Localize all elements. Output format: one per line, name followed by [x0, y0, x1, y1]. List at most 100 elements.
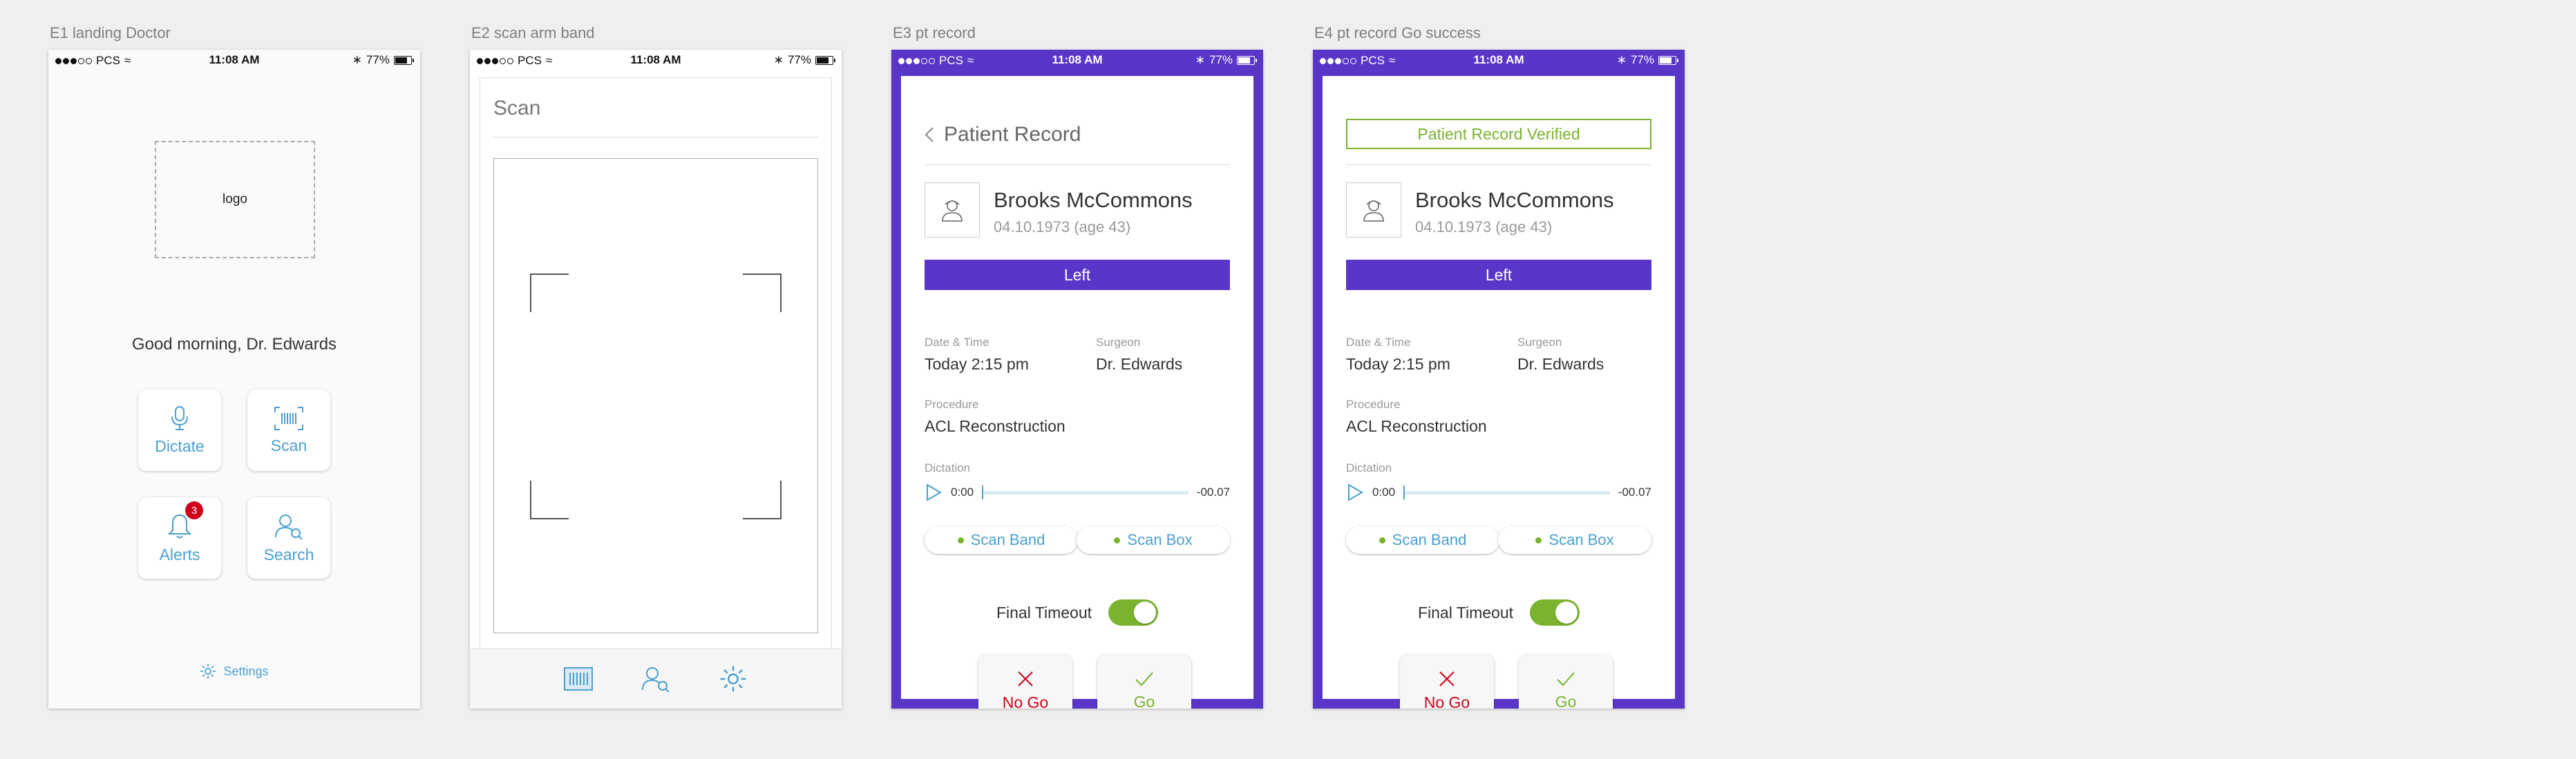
status-dot [1379, 537, 1385, 544]
no-go-button[interactable]: No Go [1400, 655, 1494, 709]
final-timeout-label: Final Timeout [996, 603, 1092, 622]
no-go-label: No Go [1423, 693, 1470, 709]
settings-label: Settings [223, 664, 269, 678]
gear-icon [200, 664, 216, 679]
time-elapsed: 0:00 [951, 486, 974, 499]
viewfinder-corner-tl [530, 273, 569, 312]
date-label: Date & Time [1346, 336, 1411, 349]
verified-banner: Patient Record Verified [1346, 119, 1651, 149]
bluetooth-icon: ∗ [352, 53, 362, 66]
back-button[interactable]: Patient Record [925, 123, 1081, 146]
patient-dob: 04.10.1973 (age 43) [994, 218, 1131, 236]
procedure-label: Procedure [1346, 398, 1401, 411]
tab-search[interactable] [638, 662, 673, 696]
playback-scrubber[interactable] [1403, 485, 1610, 499]
viewfinder-corner-tr [743, 273, 782, 312]
scan-button[interactable]: Scan [247, 390, 330, 471]
barcode-icon [564, 667, 593, 691]
person-icon [942, 200, 963, 222]
status-dot [957, 537, 964, 544]
patient-name: Brooks McCommons [994, 188, 1193, 212]
phone-screen: PCS ≈ 11:08 AM ∗ 77% Scan [470, 50, 842, 709]
alerts-button[interactable]: Alerts 3 [138, 497, 221, 579]
scan-box-button[interactable]: Scan Box [1498, 526, 1651, 554]
final-timeout-toggle[interactable] [1530, 599, 1580, 626]
viewfinder-corner-br [743, 481, 782, 519]
scan-label: Scan [270, 436, 307, 454]
scan-band-label: Scan Band [1392, 531, 1467, 548]
play-icon[interactable] [1346, 483, 1364, 501]
greeting-text: Good morning, Dr. Edwards [131, 335, 337, 354]
time-elapsed: 0:00 [1372, 486, 1396, 499]
battery-icon [1237, 55, 1257, 65]
divider [1346, 164, 1651, 165]
tab-settings[interactable] [716, 662, 750, 696]
gear-icon [720, 666, 746, 692]
date-value: Today 2:15 pm [1346, 355, 1450, 373]
go-button[interactable]: Go [1097, 655, 1191, 709]
play-icon[interactable] [925, 483, 943, 501]
artboard-title: E3 pt record [893, 24, 976, 41]
settings-link[interactable]: Settings [48, 663, 420, 680]
person-icon [1363, 200, 1384, 222]
dictation-label: Dictation [925, 461, 971, 474]
procedure-label: Procedure [925, 398, 979, 411]
final-timeout-label: Final Timeout [1417, 603, 1514, 622]
surgeon-label: Surgeon [1096, 336, 1141, 349]
artboard-title: E2 scan arm band [471, 24, 595, 41]
final-timeout-row: Final Timeout [901, 599, 1253, 626]
artboard-title: E1 landing Doctor [50, 24, 171, 41]
search-button[interactable]: Search [247, 497, 330, 579]
battery-icon [394, 55, 414, 65]
status-dot [1535, 537, 1542, 544]
bluetooth-icon: ∗ [773, 53, 784, 66]
bluetooth-icon: ∗ [1195, 53, 1205, 66]
no-go-label: No Go [1002, 693, 1049, 709]
page-title: Patient Record [944, 123, 1081, 146]
tab-bar [470, 648, 842, 709]
battery-percent: 77% [366, 53, 390, 66]
avatar [925, 182, 980, 238]
go-label: Go [1133, 692, 1155, 709]
scan-box-label: Scan Box [1127, 531, 1193, 548]
no-go-button[interactable]: No Go [978, 655, 1072, 709]
phone-screen: PCS ≈ 11:08 AM ∗ 77% logo Good morning, Dr… [48, 50, 420, 709]
status-bar: PCS ≈ 11:08 AM ∗ 77% [48, 50, 420, 69]
battery-percent: 77% [1630, 53, 1654, 66]
playback-scrubber[interactable] [982, 485, 1188, 499]
dictation-player: 0:00 -00.07 [1346, 482, 1651, 503]
divider [925, 164, 1230, 165]
scan-band-button[interactable]: Scan Band [925, 526, 1078, 554]
tab-scan[interactable] [561, 662, 596, 696]
chevron-left-icon [925, 127, 934, 142]
final-timeout-toggle[interactable] [1108, 599, 1159, 626]
camera-viewfinder[interactable] [493, 158, 818, 633]
final-timeout-row: Final Timeout [1323, 599, 1675, 626]
status-dot [1114, 537, 1121, 544]
patient-name: Brooks McCommons [1415, 188, 1614, 212]
phone-screen: PCS ≈ 11:08 AM ∗ 77% Patient Record Verifi… [1313, 50, 1685, 709]
record-card: Patient Record Brooks McCommons 04.10.19… [901, 76, 1253, 709]
dictation-player: 0:00 -00.07 [925, 482, 1230, 503]
checkmark-icon [1557, 671, 1575, 686]
battery-percent: 77% [787, 53, 811, 66]
record-card: Patient Record Verified Brooks McCommons… [1323, 76, 1675, 709]
dictate-label: Dictate [155, 436, 205, 455]
time-remaining: -00.07 [1618, 486, 1651, 499]
phone-screen: PCS ≈ 11:08 AM ∗ 77% Patient Record Brooks… [891, 50, 1263, 709]
go-button[interactable]: Go [1519, 655, 1613, 709]
scan-band-label: Scan Band [970, 531, 1045, 548]
close-icon [1018, 671, 1033, 686]
procedure-value: ACL Reconstruction [925, 417, 1066, 435]
scan-box-button[interactable]: Scan Box [1077, 526, 1230, 554]
scan-band-button[interactable]: Scan Band [1346, 526, 1499, 554]
artboard-title: E4 pt record Go success [1314, 24, 1481, 41]
alerts-label: Alerts [159, 545, 200, 564]
dictate-button[interactable]: Dictate [138, 390, 221, 471]
bluetooth-icon: ∗ [1616, 53, 1627, 66]
battery-percent: 77% [1209, 53, 1233, 66]
checkmark-icon [1135, 671, 1153, 686]
page-title: Scan [493, 97, 541, 119]
status-bar: PCS ≈ 11:08 AM ∗ 77% [1313, 50, 1685, 69]
go-label: Go [1555, 692, 1577, 709]
